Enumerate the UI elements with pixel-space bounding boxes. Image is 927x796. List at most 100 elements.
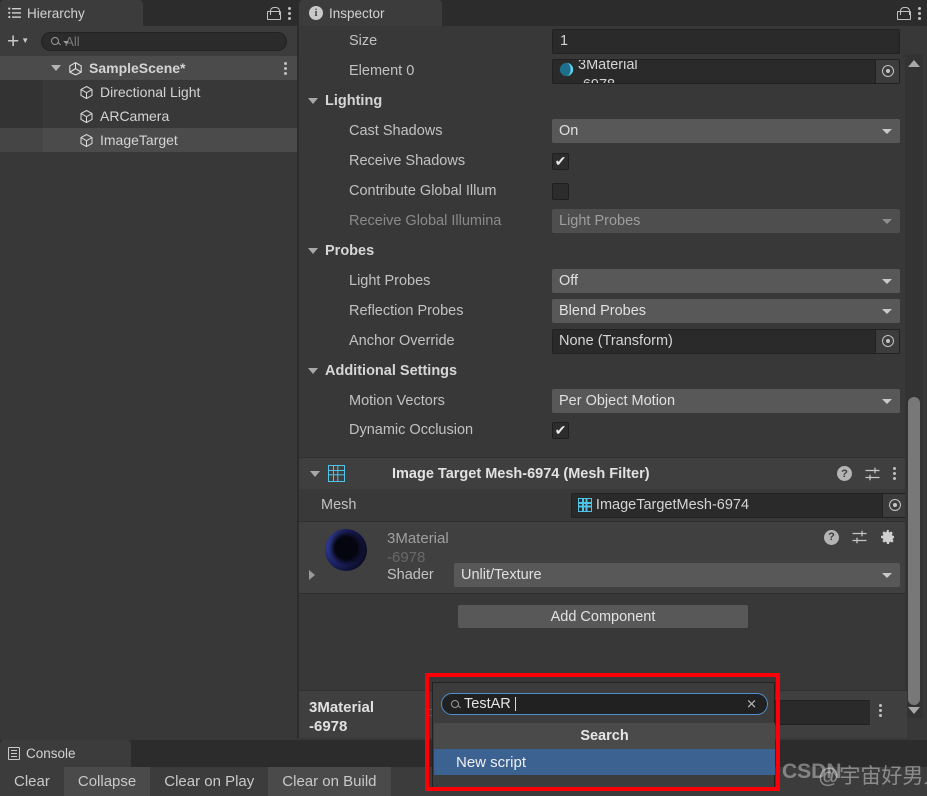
tab-console[interactable]: Console [0, 740, 131, 767]
hierarchy-row-arcamera[interactable]: ARCamera [0, 104, 297, 128]
hierarchy-row-imagetarget[interactable]: ImageTarget [0, 128, 297, 152]
section-header-probes[interactable]: Probes [299, 236, 907, 266]
material-actions: ? [824, 526, 896, 548]
light-probes-dropdown[interactable]: Off [552, 269, 900, 293]
shader-dropdown[interactable]: Unlit/Texture [454, 563, 900, 587]
property-label: Shader [387, 567, 434, 583]
indent-guide [0, 128, 43, 152]
popup-item-label: New script [456, 753, 527, 771]
mesh-objectfield[interactable]: ImageTargetMesh-6974 [570, 492, 907, 518]
reflection-probes-dropdown[interactable]: Blend Probes [552, 299, 900, 323]
chevron-down-icon [882, 309, 892, 314]
hierarchy-tabbar: Hierarchy [0, 0, 297, 26]
hierarchy-row-label: SampleScene* [89, 60, 186, 76]
kebab-menu-icon[interactable] [893, 467, 896, 480]
size-value: 1 [560, 33, 569, 49]
component-actions: ? [837, 458, 896, 489]
property-row-size: Size 1 [299, 26, 907, 56]
shader-value: Unlit/Texture [461, 567, 542, 583]
inspector-scroll-content: Size 1 Element 0 3Material Lighting Cast… [299, 26, 907, 637]
element-0-value: 3Material [578, 58, 638, 74]
tab-inspector[interactable]: i Inspector [299, 0, 442, 26]
gameobject-cube-icon [79, 85, 94, 100]
component-search-input[interactable]: TestAR ✕ [441, 693, 768, 715]
expand-triangle-icon[interactable] [310, 470, 320, 477]
component-header-mesh-filter[interactable]: Image Target Mesh-6974 (Mesh Filter) ? [299, 457, 907, 489]
property-row-anchor-override: Anchor Override None (Transform) [299, 326, 907, 356]
contribute-global-illumination-checkbox[interactable] [552, 182, 569, 200]
property-label: Mesh [321, 497, 357, 513]
tab-console-label: Console [26, 746, 76, 761]
gameobject-cube-icon [79, 109, 94, 124]
object-picker-button[interactable] [875, 329, 899, 353]
add-component-button[interactable]: Add Component [458, 605, 748, 628]
search-icon [451, 700, 459, 708]
size-input[interactable]: 1 [552, 28, 900, 54]
gear-icon[interactable] [880, 529, 896, 545]
console-collapse-button[interactable]: Collapse [63, 767, 151, 796]
expand-triangle-icon[interactable] [51, 65, 61, 71]
hierarchy-row-samplescene[interactable]: SampleScene* [0, 56, 297, 80]
console-clear-button[interactable]: Clear [0, 767, 64, 796]
help-icon[interactable]: ? [824, 529, 839, 545]
scroll-up-arrow[interactable] [908, 60, 920, 67]
mesh-grid-icon [328, 465, 345, 482]
scroll-down-arrow[interactable] [908, 707, 920, 714]
hierarchy-search-input[interactable]: All [41, 31, 287, 51]
inspector-scrollbar[interactable] [905, 54, 923, 718]
element-0-objectfield[interactable]: 3Material -6978 [552, 58, 900, 84]
tab-hierarchy-label: Hierarchy [27, 5, 85, 21]
element-0-value-line2: -6978 [578, 77, 615, 83]
mesh-value: ImageTargetMesh-6974 [595, 497, 750, 513]
property-label: Light Probes [349, 273, 431, 289]
kebab-menu-icon[interactable] [288, 6, 291, 20]
section-header-lighting[interactable]: Lighting [299, 86, 907, 116]
chevron-down-icon [882, 279, 892, 284]
hierarchy-panel: Hierarchy + ▼ All SampleScene* Direction… [0, 0, 297, 738]
clear-x-icon[interactable]: ✕ [746, 698, 757, 711]
section-title: Lighting [325, 93, 383, 109]
inspector-body: Size 1 Element 0 3Material Lighting Cast… [299, 26, 927, 738]
tab-inspector-label: Inspector [329, 5, 385, 21]
popup-item-new-script[interactable]: New script [434, 749, 775, 775]
cast-shadows-value: On [559, 123, 579, 139]
property-row-dynamic-occlusion: Dynamic Occlusion ✔ [299, 416, 907, 444]
component-title: Image Target Mesh-6974 (Mesh Filter) [392, 465, 650, 482]
property-label: Dynamic Occlusion [349, 422, 474, 438]
motion-vectors-dropdown[interactable]: Per Object Motion [552, 389, 900, 413]
tab-hierarchy[interactable]: Hierarchy [0, 0, 143, 26]
kebab-menu-icon[interactable] [879, 704, 882, 717]
property-label: Motion Vectors [349, 393, 445, 409]
lock-icon[interactable] [897, 6, 911, 20]
property-row-receive-gi: Receive Global Illumina Light Probes [299, 206, 907, 236]
create-gameobject-button[interactable]: + ▼ [5, 30, 35, 52]
anchor-override-objectfield[interactable]: None (Transform) [552, 328, 900, 354]
component-title-line2: -6978 [309, 718, 348, 735]
chevron-down-icon [882, 573, 892, 578]
dynamic-occlusion-checkbox[interactable]: ✔ [552, 421, 569, 439]
preset-sliders-icon[interactable] [852, 530, 867, 544]
hierarchy-row-directional-light[interactable]: Directional Light [0, 80, 297, 104]
material-component-block: 3Material -6978 ? Shader Unlit/Texture [299, 521, 907, 593]
kebab-menu-icon[interactable] [918, 6, 921, 20]
console-clear-on-build-button[interactable]: Clear on Build [268, 767, 391, 796]
console-clear-on-play-button[interactable]: Clear on Play [150, 767, 268, 796]
partial-panel-fill [870, 694, 907, 734]
object-picker-button[interactable] [875, 59, 899, 83]
property-label: Contribute Global Illum [349, 183, 497, 199]
cast-shadows-dropdown[interactable]: On [552, 119, 900, 143]
help-icon[interactable]: ? [837, 466, 852, 481]
info-icon: i [309, 6, 323, 20]
object-picker-button[interactable] [882, 493, 906, 517]
inspector-tab-actions [897, 0, 921, 26]
material-sphere-icon [559, 62, 574, 81]
preset-sliders-icon[interactable] [865, 467, 880, 481]
property-row-element-0: Element 0 3Material -6978 [299, 56, 907, 86]
property-row-reflection-probes: Reflection Probes Blend Probes [299, 296, 907, 326]
property-row-light-probes: Light Probes Off [299, 266, 907, 296]
scrollbar-thumb[interactable] [908, 397, 920, 705]
receive-shadows-checkbox[interactable]: ✔ [552, 152, 569, 170]
scene-kebab-menu-icon[interactable] [284, 56, 287, 80]
lock-icon[interactable] [267, 6, 281, 20]
section-header-additional-settings[interactable]: Additional Settings [299, 356, 907, 386]
